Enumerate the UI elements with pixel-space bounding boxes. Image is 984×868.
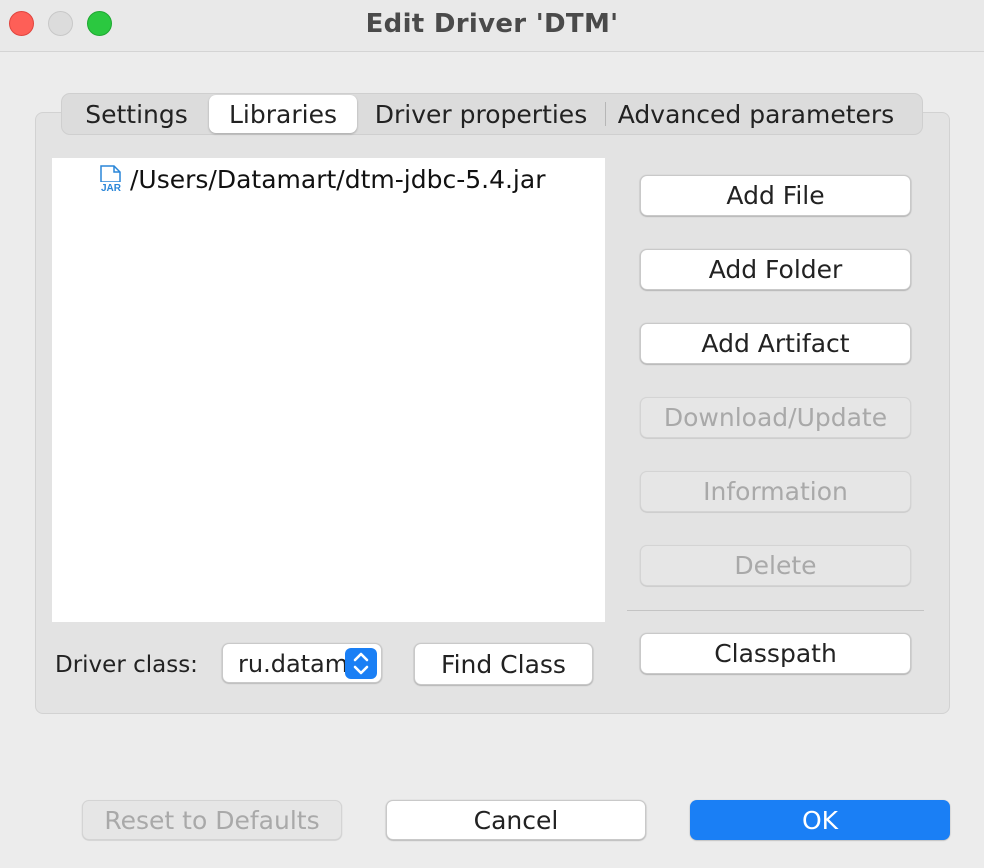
add-artifact-button[interactable]: Add Artifact	[640, 323, 911, 364]
library-list[interactable]: JAR /Users/Datamart/dtm-jdbc-5.4.jar	[52, 158, 605, 622]
add-file-button[interactable]: Add File	[640, 175, 911, 216]
delete-button[interactable]: Delete	[640, 545, 911, 586]
driver-class-combo[interactable]: ru.datamart	[222, 643, 382, 683]
jar-icon-text: JAR	[101, 183, 122, 193]
window-title: Edit Driver 'DTM'	[365, 9, 619, 39]
button-divider	[627, 610, 924, 611]
library-path: /Users/Datamart/dtm-jdbc-5.4.jar	[130, 164, 546, 194]
list-item[interactable]: JAR /Users/Datamart/dtm-jdbc-5.4.jar	[98, 162, 545, 196]
driver-class-label: Driver class:	[55, 652, 198, 678]
tab-settings[interactable]: Settings	[64, 95, 209, 133]
classpath-button[interactable]: Classpath	[640, 633, 911, 674]
information-button[interactable]: Information	[640, 471, 911, 512]
cancel-button[interactable]: Cancel	[386, 800, 646, 840]
driver-class-value: ru.datamart	[238, 650, 346, 678]
tab-libraries[interactable]: Libraries	[209, 95, 357, 133]
tab-advanced-parameters[interactable]: Advanced parameters	[606, 95, 906, 133]
reset-to-defaults-button[interactable]: Reset to Defaults	[82, 800, 342, 840]
jar-file-icon: JAR	[98, 165, 124, 194]
edit-driver-window: Edit Driver 'DTM' Settings Libraries Dri…	[0, 0, 984, 868]
find-class-button[interactable]: Find Class	[414, 643, 593, 685]
tab-driver-properties[interactable]: Driver properties	[357, 95, 605, 133]
tab-bar: Settings Libraries Driver properties Adv…	[61, 93, 923, 135]
add-folder-button[interactable]: Add Folder	[640, 249, 911, 290]
ok-button[interactable]: OK	[690, 800, 950, 840]
title-bar: Edit Driver 'DTM'	[0, 0, 984, 52]
download-update-button[interactable]: Download/Update	[640, 397, 911, 438]
chevron-up-down-icon[interactable]	[345, 648, 377, 679]
